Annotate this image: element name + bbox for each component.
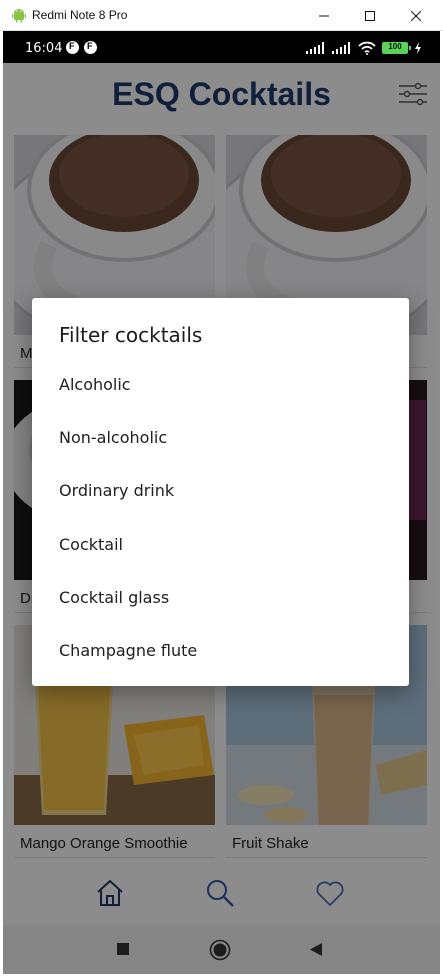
maximize-button[interactable] — [347, 0, 393, 31]
close-button[interactable] — [393, 0, 439, 31]
wifi-icon — [358, 41, 376, 55]
status-icons: 100 — [306, 40, 422, 56]
signal-icon — [306, 42, 324, 54]
charging-icon — [415, 42, 421, 54]
filter-dialog: Filter cocktails Alcoholic Non-alcoholic… — [32, 298, 409, 686]
signal-icon — [332, 42, 350, 54]
notification-icon: F — [66, 41, 79, 54]
filter-option-ordinary-drink[interactable]: Ordinary drink — [32, 464, 409, 517]
notification-icon: F — [84, 41, 97, 54]
filter-option-non-alcoholic[interactable]: Non-alcoholic — [32, 411, 409, 464]
status-time: 16:04 — [25, 41, 63, 56]
filter-option-cocktail[interactable]: Cocktail — [32, 518, 409, 571]
dialog-title: Filter cocktails — [59, 323, 203, 347]
window-title: Redmi Note 8 Pro — [32, 8, 128, 22]
maximize-icon — [365, 10, 375, 21]
minimize-icon — [319, 15, 329, 16]
device-screen: 16:04 F F 100 ESQ Cocktails M Dr Mango O… — [3, 31, 440, 974]
close-icon — [411, 10, 421, 21]
filter-option-champagne-flute[interactable]: Champagne flute — [32, 624, 409, 677]
android-icon — [12, 9, 26, 23]
minimize-button[interactable] — [301, 0, 347, 31]
battery-icon: 100 — [382, 42, 411, 54]
filter-option-cocktail-glass[interactable]: Cocktail glass — [32, 571, 409, 624]
status-bar: 16:04 F F 100 — [3, 31, 440, 63]
filter-option-alcoholic[interactable]: Alcoholic — [32, 358, 409, 411]
window-titlebar: Redmi Note 8 Pro — [0, 0, 443, 31]
